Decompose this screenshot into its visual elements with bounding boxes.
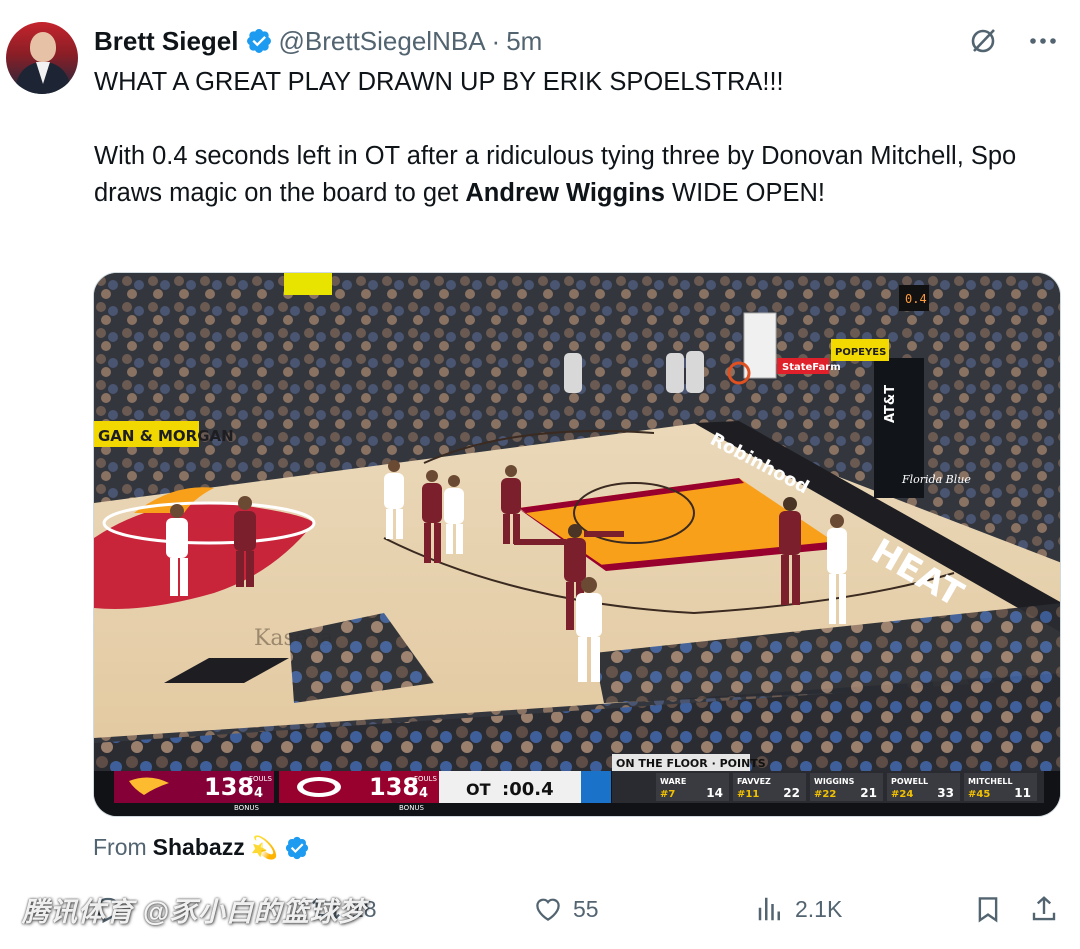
statefarm-sign: StateFarm	[782, 362, 841, 373]
share-icon	[1032, 896, 1056, 921]
sparkle-emoji: 💫	[250, 834, 279, 860]
source-verified-badge-icon	[286, 836, 309, 859]
player-points: 22	[783, 786, 800, 800]
on-floor-players: WARE #7 14 FAVVEZ #11 22 WIGGINS #22 21 POWELL #24…	[656, 773, 1037, 801]
bookmark-button[interactable]	[973, 888, 1003, 930]
repost-icon	[312, 898, 340, 920]
repost-button[interactable]: 18	[311, 888, 377, 930]
player-name: MITCHELL	[968, 777, 1013, 786]
tweet-top-actions	[966, 24, 1060, 58]
reply-button[interactable]	[93, 888, 133, 930]
tweet-line-2: With 0.4 seconds left in OT after a ridi…	[94, 138, 1054, 212]
player-name: FAVVEZ	[737, 777, 771, 786]
home-score: 138	[369, 773, 419, 801]
reply-icon	[96, 897, 120, 924]
tweet-timestamp[interactable]: 5m	[506, 26, 542, 57]
game-clock: :00.4	[502, 779, 554, 800]
on-floor-label: ON THE FLOOR · POINTS	[616, 757, 766, 770]
video-frame: Kaseya HEAT Robinhood GAN & MORGAN AT&T …	[94, 273, 1060, 816]
source-name[interactable]: Shabazz	[153, 834, 245, 861]
tweet-header: Brett Siegel @BrettSiegelNBA · 5m	[94, 24, 542, 58]
top-ad-sign: POPEYES	[835, 347, 886, 358]
video-player[interactable]: Kaseya HEAT Robinhood GAN & MORGAN AT&T …	[93, 272, 1061, 817]
player-number: #24	[891, 789, 913, 800]
player-number: #7	[660, 789, 675, 800]
source-attribution: From Shabazz 💫	[93, 834, 310, 861]
player-number: #22	[814, 789, 836, 800]
avatar-head	[30, 32, 56, 62]
away-score: 138	[204, 773, 254, 801]
like-count: 55	[573, 895, 599, 922]
player-name: WIGGINS	[814, 777, 855, 786]
author-name[interactable]: Brett Siegel	[94, 26, 239, 57]
ellipsis-icon	[1030, 38, 1056, 44]
heart-icon	[536, 898, 560, 921]
home-fouls: 4	[419, 786, 428, 801]
away-fouls: 4	[254, 786, 263, 801]
away-bonus: BONUS	[234, 804, 260, 812]
tweet-text: WHAT A GREAT PLAY DRAWN UP BY ERIK SPOEL…	[94, 64, 1054, 212]
from-label: From	[93, 834, 147, 860]
repost-count: 18	[351, 895, 377, 922]
florida-blue-sign: Florida Blue	[901, 473, 971, 486]
author-handle[interactable]: @BrettSiegelNBA	[279, 26, 486, 57]
player-points: 14	[706, 786, 723, 800]
home-bonus: BONUS	[399, 804, 425, 812]
home-fouls-label: FOULS	[414, 775, 438, 783]
views-button[interactable]: 2.1K	[755, 888, 842, 930]
player-points: 21	[860, 786, 877, 800]
period-text: OT	[466, 780, 491, 799]
tweet-line-2-post: WIDE OPEN!	[664, 179, 826, 207]
grok-icon[interactable]	[966, 24, 1000, 58]
header-separator: ·	[491, 25, 501, 56]
left-sponsor-text: GAN & MORGAN	[98, 427, 234, 445]
like-button[interactable]: 55	[533, 888, 599, 930]
shot-clock-text: 0.4	[905, 292, 927, 306]
player-points: 33	[937, 786, 954, 800]
author-avatar[interactable]	[6, 22, 78, 94]
player-number: #45	[968, 789, 990, 800]
views-chart-icon	[758, 897, 780, 921]
views-count: 2.1K	[795, 895, 843, 922]
more-options-icon[interactable]	[1026, 24, 1060, 58]
tweet-line-1: WHAT A GREAT PLAY DRAWN UP BY ERIK SPOEL…	[94, 68, 784, 96]
away-fouls-label: FOULS	[249, 775, 273, 783]
player-name: WARE	[660, 777, 686, 786]
player-name: POWELL	[891, 777, 928, 786]
att-sign: AT&T	[883, 385, 898, 423]
mention-andrew-wiggins: Andrew Wiggins	[465, 179, 665, 207]
player-number: #11	[737, 789, 759, 800]
player-points: 11	[1014, 786, 1031, 800]
bookmark-icon	[978, 897, 998, 923]
network-logo-box	[581, 771, 611, 803]
tweet-action-bar: 18 55 2.1K	[93, 888, 1063, 930]
verified-badge-icon	[246, 29, 271, 53]
grok-slash-icon	[971, 29, 995, 53]
share-button[interactable]	[1029, 888, 1059, 930]
